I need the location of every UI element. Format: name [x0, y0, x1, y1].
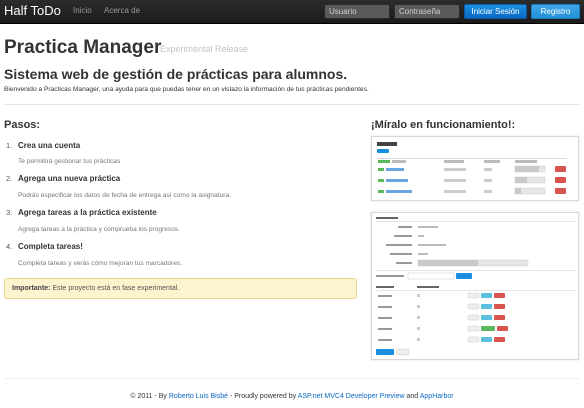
footer: © 2011 - By Roberto Luis Bisbé - Proudly… [0, 393, 584, 400]
step-number: 2. [6, 174, 13, 183]
step-description: Completa tareas y verás cómo mejoran tus… [18, 260, 183, 267]
nav-link-acerca[interactable]: Acerca de [104, 6, 140, 15]
experimental-alert: Importante: Este proyecto está en fase e… [4, 278, 357, 299]
aspnet-link[interactable]: ASP.net MVC4 Developer Preview [298, 393, 405, 400]
practice-detail-thumbnail [376, 217, 576, 356]
step-title: Agrega tareas a la práctica existente [18, 208, 157, 217]
footer-and: and [404, 393, 420, 400]
brand-logo[interactable]: Half ToDo [4, 3, 61, 18]
register-button[interactable]: Registro [531, 4, 580, 19]
appharbor-link[interactable]: AppHarbor [420, 393, 454, 400]
steps-heading: Pasos: [4, 119, 41, 131]
step-number: 1. [6, 141, 13, 150]
divider [4, 104, 580, 105]
username-input[interactable]: Usuario [324, 4, 390, 19]
page-subtitle: Experimental Release [160, 44, 249, 54]
step-title: Crea una cuenta [18, 141, 81, 150]
practice-detail-screenshot [371, 212, 579, 360]
footer-middle: - Proudly powered by [228, 393, 298, 400]
step-title: Agrega una nueva práctica [18, 174, 121, 183]
practices-list-thumbnail [377, 142, 567, 195]
practices-list-screenshot [371, 136, 579, 201]
footer-prefix: © 2011 - By [130, 393, 169, 400]
login-button[interactable]: Iniciar Sesión [464, 4, 527, 19]
author-link[interactable]: Roberto Luis Bisbé [169, 393, 228, 400]
step-number: 3. [6, 208, 13, 217]
demo-heading: ¡Míralo en funcionamiento!: [371, 119, 516, 131]
password-input[interactable]: Contraseña [394, 4, 460, 19]
step-description: Podrás especificar los datos de fecha de… [18, 192, 231, 199]
step-number: 4. [6, 242, 13, 251]
alert-strong: Importante: [12, 285, 51, 292]
intro-text: Bienvenido a Practicas Manager, una ayud… [4, 86, 369, 93]
step-title: Completa tareas! [18, 242, 83, 251]
alert-text: Este proyecto está en fase experimental. [50, 285, 180, 292]
top-navbar: Half ToDo Inicio Acerca de Usuario Contr… [0, 0, 584, 24]
footer-divider [4, 378, 580, 379]
lead-heading: Sistema web de gestión de prácticas para… [4, 66, 348, 82]
step-description: Te permitirá gestionar tus prácticas [18, 158, 121, 165]
nav-link-inicio[interactable]: Inicio [73, 6, 92, 15]
step-description: Agrega tareas a la práctica y comprueba … [18, 226, 180, 233]
page-title: Practica Manager [4, 37, 162, 58]
